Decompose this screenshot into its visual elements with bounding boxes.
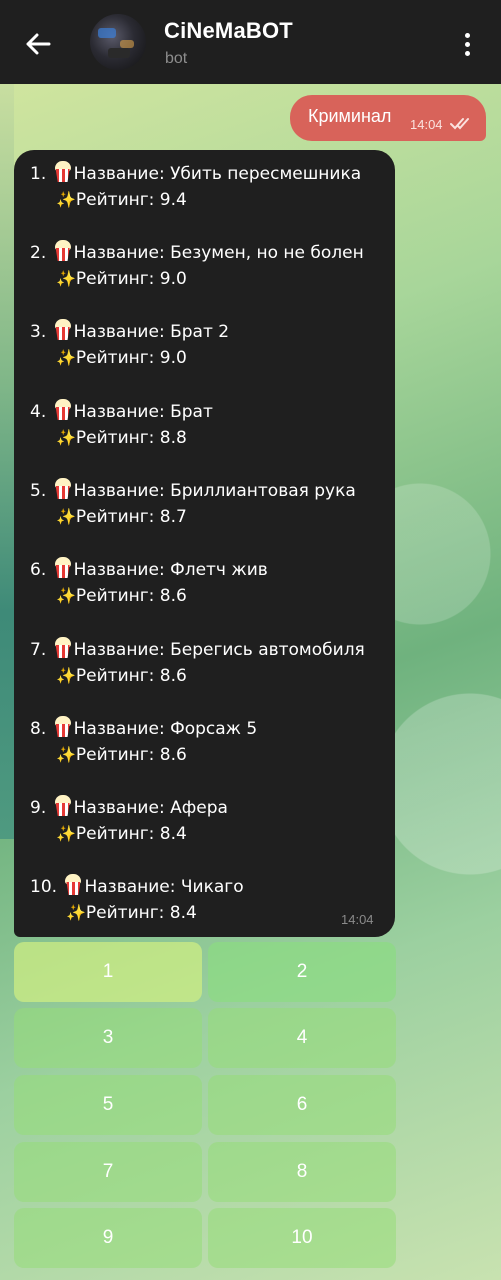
movie-name: Название: Бриллиантовая рука: [73, 481, 356, 501]
back-button[interactable]: [18, 24, 58, 64]
keyboard-button-6[interactable]: 6: [208, 1075, 396, 1135]
sparkles-icon: ✨: [56, 745, 76, 764]
movie-item: 8. Название: Форсаж 5 ✨Рейтинг: 8.6: [30, 715, 390, 771]
movie-item: 6. Название: Флетч жив ✨Рейтинг: 8.6: [30, 556, 390, 612]
movie-number: 4.: [30, 402, 47, 422]
wallpaper-edge: [0, 84, 14, 839]
movie-name: Название: Безумен, но не болен: [73, 243, 364, 263]
popcorn-icon: [53, 477, 73, 499]
popcorn-icon: [53, 239, 73, 261]
movie-rating: Рейтинг: 9.0: [75, 348, 187, 368]
movie-item: 4. Название: Брат ✨Рейтинг: 8.8: [30, 398, 390, 454]
movie-rating: Рейтинг: 8.6: [75, 666, 187, 686]
movie-name: Название: Афера: [73, 798, 228, 818]
keyboard-button-2[interactable]: 2: [208, 942, 396, 1002]
movie-number: 9.: [30, 798, 47, 818]
keyboard-button-5[interactable]: 5: [14, 1075, 202, 1135]
movie-name: Название: Брат 2: [73, 322, 230, 342]
popcorn-icon: [53, 318, 73, 340]
movie-item: 3. Название: Брат 2 ✨Рейтинг: 9.0: [30, 318, 390, 374]
movie-number: 8.: [30, 719, 47, 739]
chat-subtitle: bot: [165, 50, 188, 67]
more-menu-button[interactable]: [455, 26, 479, 62]
movie-rating: Рейтинг: 8.6: [75, 586, 187, 606]
popcorn-icon: [53, 636, 73, 658]
movie-name: Название: Убить пересмешника: [73, 164, 362, 184]
bot-message-time: 14:04: [341, 912, 374, 927]
outgoing-message-text: Криминал: [308, 106, 392, 126]
movie-name: Название: Брат: [73, 402, 213, 422]
movie-rating: Рейтинг: 8.7: [75, 507, 187, 527]
chat-header: CiNeMaBOT bot: [0, 0, 501, 84]
sparkles-icon: ✨: [66, 903, 86, 922]
sparkles-icon: ✨: [56, 428, 76, 447]
sparkles-icon: ✨: [56, 269, 76, 288]
movie-number: 3.: [30, 322, 47, 342]
outgoing-message[interactable]: Криминал 14:04: [290, 95, 486, 141]
more-vert-icon: [464, 32, 470, 38]
keyboard-button-1[interactable]: 1: [14, 942, 202, 1002]
popcorn-icon: [63, 873, 83, 895]
outgoing-message-time: 14:04: [410, 117, 443, 132]
movie-rating: Рейтинг: 8.8: [75, 428, 187, 448]
movie-rating: Рейтинг: 8.4: [75, 824, 187, 844]
sparkles-icon: ✨: [56, 666, 76, 685]
movie-number: 5.: [30, 481, 47, 501]
keyboard-button-10[interactable]: 10: [208, 1208, 396, 1268]
movie-name: Название: Берегись автомобиля: [73, 640, 365, 660]
bot-avatar[interactable]: [90, 14, 146, 70]
movie-number: 7.: [30, 640, 47, 660]
keyboard-button-8[interactable]: 8: [208, 1142, 396, 1202]
movie-item: 5. Название: Бриллиантовая рука ✨Рейтинг…: [30, 477, 390, 533]
movie-rating: Рейтинг: 9.4: [75, 190, 187, 210]
sparkles-icon: ✨: [56, 190, 76, 209]
movie-number: 2.: [30, 243, 47, 263]
popcorn-icon: [53, 398, 73, 420]
movie-item: 9. Название: Афера ✨Рейтинг: 8.4: [30, 794, 390, 850]
movie-rating: Рейтинг: 8.4: [85, 903, 197, 923]
movie-rating: Рейтинг: 8.6: [75, 745, 187, 765]
popcorn-icon: [53, 715, 73, 737]
sparkles-icon: ✨: [56, 586, 76, 605]
movie-number: 6.: [30, 560, 47, 580]
sparkles-icon: ✨: [56, 824, 76, 843]
movie-name: Название: Чикаго: [84, 877, 244, 897]
popcorn-icon: [53, 794, 73, 816]
movie-item: 1. Название: Убить пересмешника ✨Рейтинг…: [30, 160, 390, 216]
keyboard-button-3[interactable]: 3: [14, 1008, 202, 1068]
sparkles-icon: ✨: [56, 348, 76, 367]
chat-title[interactable]: CiNeMaBOT: [164, 18, 293, 44]
movie-number: 1.: [30, 164, 47, 184]
double-check-icon: [450, 118, 469, 130]
movie-item: 2. Название: Безумен, но не болен ✨Рейти…: [30, 239, 390, 295]
popcorn-icon: [53, 556, 73, 578]
movie-rating: Рейтинг: 9.0: [75, 269, 187, 289]
popcorn-icon: [53, 160, 73, 182]
movie-name: Название: Флетч жив: [73, 560, 268, 580]
movie-item: 7. Название: Берегись автомобиля ✨Рейтин…: [30, 636, 390, 692]
movie-name: Название: Форсаж 5: [73, 719, 258, 739]
keyboard-button-4[interactable]: 4: [208, 1008, 396, 1068]
keyboard-button-7[interactable]: 7: [14, 1142, 202, 1202]
movie-item: 10. Название: Чикаго ✨Рейтинг: 8.4: [30, 873, 390, 929]
bot-message[interactable]: 1. Название: Убить пересмешника ✨Рейтинг…: [14, 150, 395, 937]
sparkles-icon: ✨: [56, 507, 76, 526]
movie-number: 10.: [30, 877, 58, 897]
back-arrow-icon: [26, 33, 51, 55]
keyboard-button-9[interactable]: 9: [14, 1208, 202, 1268]
